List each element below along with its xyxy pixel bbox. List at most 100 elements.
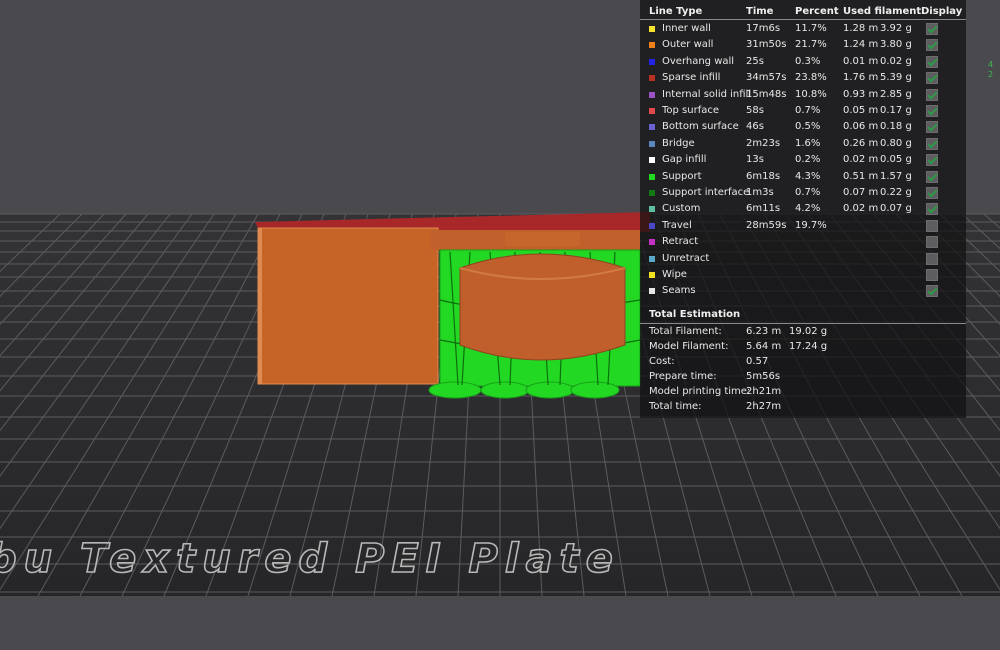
line-type-percent: 1.6% xyxy=(795,137,821,149)
line-type-length: 0.01 m xyxy=(843,55,879,67)
line-type-length: 0.26 m xyxy=(843,137,879,149)
line-type-name: Travel xyxy=(662,219,692,231)
line-type-name: Outer wall xyxy=(662,39,714,51)
display-checkbox[interactable] xyxy=(926,55,938,68)
line-type-weight: 0.07 g xyxy=(880,203,912,215)
line-type-color-swatch xyxy=(649,26,655,32)
legend-row[interactable]: Custom 6m11s 4.2% 0.02 m 0.07 g xyxy=(640,201,966,217)
legend-row[interactable]: Seams xyxy=(640,283,966,299)
line-type-color-swatch xyxy=(649,206,655,213)
total-row: Prepare time: 5m56s xyxy=(640,370,966,385)
legend-row[interactable]: Wipe xyxy=(640,267,966,283)
display-checkbox[interactable] xyxy=(926,72,938,85)
line-type-weight: 3.92 g xyxy=(880,23,912,34)
legend-row[interactable]: Top surface 58s 0.7% 0.05 m 0.17 g xyxy=(640,103,966,119)
line-type-length: 1.24 m xyxy=(843,39,879,51)
total-label: Prepare time: xyxy=(649,371,717,382)
line-type-percent: 10.8% xyxy=(795,88,827,100)
line-type-color-swatch xyxy=(649,140,655,147)
line-type-name: Top surface xyxy=(662,105,720,116)
line-type-time: 25s xyxy=(746,55,764,67)
display-checkbox[interactable] xyxy=(926,88,938,101)
line-type-name: Gap infill xyxy=(662,154,707,166)
line-type-color-swatch xyxy=(649,42,655,49)
line-type-weight: 0.17 g xyxy=(880,105,912,116)
total-value-2: 19.02 g xyxy=(789,326,828,337)
line-type-name: Seams xyxy=(662,285,696,297)
model-top-ledge xyxy=(505,232,580,246)
legend-row[interactable]: Bottom surface 46s 0.5% 0.06 m 0.18 g xyxy=(640,119,966,135)
total-row: Total time: 2h27m xyxy=(640,400,966,415)
display-checkbox[interactable] xyxy=(926,203,938,216)
line-type-weight: 0.02 g xyxy=(880,55,912,67)
edge-indicator: 4 2 xyxy=(988,60,1000,82)
line-type-name: Internal solid infill xyxy=(662,88,752,100)
line-type-name: Sparse infill xyxy=(662,72,721,84)
display-checkbox[interactable] xyxy=(926,121,938,134)
line-type-name: Retract xyxy=(662,236,699,248)
line-type-time: 17m6s xyxy=(746,23,781,34)
line-type-length: 0.93 m xyxy=(843,88,879,100)
display-checkbox[interactable] xyxy=(926,23,938,35)
legend-row[interactable]: Support 6m18s 4.3% 0.51 m 1.57 g xyxy=(640,169,966,185)
display-checkbox[interactable] xyxy=(926,154,938,167)
legend-row[interactable]: Inner wall 17m6s 11.7% 1.28 m 3.92 g xyxy=(640,21,966,37)
line-type-time: 1m3s xyxy=(746,187,774,198)
legend-row[interactable]: Travel 28m59s 19.7% xyxy=(640,218,966,234)
line-type-color-swatch xyxy=(649,239,655,246)
display-checkbox[interactable] xyxy=(926,236,938,249)
display-checkbox[interactable] xyxy=(926,137,938,150)
display-checkbox[interactable] xyxy=(926,187,938,199)
line-type-length: 0.02 m xyxy=(843,203,879,215)
display-checkbox[interactable] xyxy=(926,252,938,265)
sliced-model[interactable] xyxy=(255,212,650,399)
legend-row[interactable]: Unretract xyxy=(640,251,966,267)
line-type-length: 0.02 m xyxy=(843,154,879,166)
total-label: Model printing time: xyxy=(649,386,751,397)
model-cylinder xyxy=(459,253,626,361)
line-type-weight: 1.57 g xyxy=(880,170,912,182)
line-type-color-swatch xyxy=(649,190,655,196)
display-checkbox[interactable] xyxy=(926,170,938,183)
edge-indicator-bottom: 2 xyxy=(988,70,994,79)
total-value-1: 2h21m xyxy=(746,386,782,397)
display-checkbox[interactable] xyxy=(926,39,938,52)
display-checkbox[interactable] xyxy=(926,219,938,232)
total-row: Model printing time: 2h21m xyxy=(640,385,966,400)
legend-row[interactable]: Outer wall 31m50s 21.7% 1.24 m 3.80 g xyxy=(640,37,966,53)
legend-row[interactable]: Retract xyxy=(640,234,966,250)
line-type-percent: 0.2% xyxy=(795,154,821,166)
legend-row[interactable]: Overhang wall 25s 0.3% 0.01 m 0.02 g xyxy=(640,54,966,70)
total-value-1: 0.57 xyxy=(746,356,769,367)
line-type-time: 58s xyxy=(746,105,764,116)
line-type-time: 2m23s xyxy=(746,137,781,149)
display-checkbox[interactable] xyxy=(926,105,938,117)
legend-panel: Line Type Time Percent Used filament Dis… xyxy=(640,0,966,418)
line-type-color-swatch xyxy=(649,157,655,164)
line-type-length: 0.05 m xyxy=(843,105,879,116)
legend-row[interactable]: Gap infill 13s 0.2% 0.02 m 0.05 g xyxy=(640,152,966,168)
line-type-length: 0.51 m xyxy=(843,170,879,182)
total-value-1: 5m56s xyxy=(746,371,781,382)
model-outer-wall-left xyxy=(257,227,439,385)
line-type-color-swatch xyxy=(649,272,655,278)
header-percent: Percent xyxy=(795,6,839,17)
legend-row[interactable]: Sparse infill 34m57s 23.8% 1.76 m 5.39 g xyxy=(640,70,966,86)
line-type-weight: 2.85 g xyxy=(880,88,912,100)
total-row: Cost: 0.57 xyxy=(640,355,966,370)
line-type-color-swatch xyxy=(649,222,655,229)
display-checkbox[interactable] xyxy=(926,285,938,298)
line-type-percent: 0.7% xyxy=(795,105,821,116)
total-label: Cost: xyxy=(649,356,675,367)
legend-row[interactable]: Support interface 1m3s 0.7% 0.07 m 0.22 g xyxy=(640,185,966,201)
display-checkbox[interactable] xyxy=(926,269,938,281)
line-type-length: 0.06 m xyxy=(843,121,879,133)
legend-row[interactable]: Internal solid infill 15m48s 10.8% 0.93 m 2.… xyxy=(640,87,966,103)
line-type-weight: 0.18 g xyxy=(880,121,912,133)
total-value-2: 17.24 g xyxy=(789,341,828,352)
line-type-color-swatch xyxy=(649,124,655,131)
legend-row[interactable]: Bridge 2m23s 1.6% 0.26 m 0.80 g xyxy=(640,136,966,152)
line-type-percent: 19.7% xyxy=(795,219,827,231)
line-type-name: Support xyxy=(662,170,702,182)
line-type-percent: 0.5% xyxy=(795,121,821,133)
